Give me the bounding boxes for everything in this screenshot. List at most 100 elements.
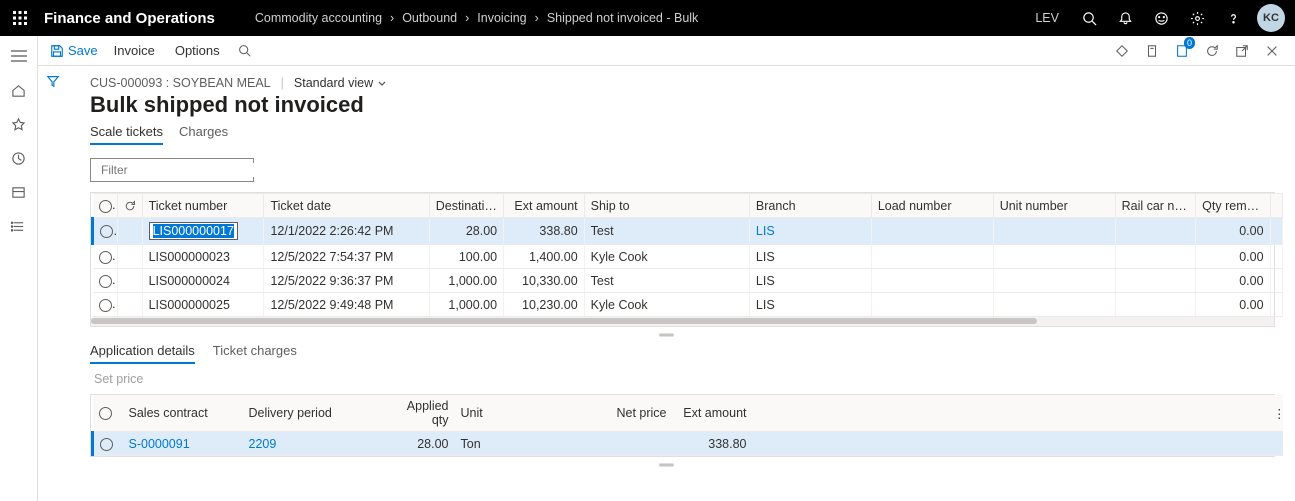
col-net-price[interactable]: Net price <box>563 395 673 432</box>
app-title: Finance and Operations <box>40 10 227 27</box>
cell-ticket-date: 12/5/2022 7:54:37 PM <box>264 245 429 269</box>
top-bar: Finance and Operations Commodity account… <box>0 0 1295 36</box>
save-button[interactable]: Save <box>44 43 104 58</box>
tickets-grid: Ticket number Ticket date Destination gr… <box>90 192 1275 317</box>
col-ticket-number[interactable]: Ticket number <box>142 194 264 218</box>
col-destination[interactable]: Destination gr... <box>429 194 503 218</box>
splitter-icon[interactable]: ══ <box>657 333 677 337</box>
col-unit-number[interactable]: Unit number <box>993 194 1115 218</box>
save-label: Save <box>68 43 98 58</box>
cell-rail <box>1115 218 1196 245</box>
hamburger-icon[interactable] <box>0 42 38 70</box>
col-more-icon[interactable]: ⋮ <box>1270 194 1282 218</box>
tab-charges[interactable]: Charges <box>179 124 228 145</box>
cell-ship-to: Test <box>584 269 749 293</box>
home-icon[interactable] <box>0 76 38 104</box>
details-select-all[interactable] <box>93 395 123 432</box>
grid-horizontal-scrollbar[interactable] <box>90 317 1275 327</box>
cell-load <box>871 293 993 317</box>
action-invoice[interactable]: Invoice <box>104 43 165 58</box>
cell-ticket-number: LIS000000017 <box>142 218 264 245</box>
cell-branch: LIS <box>749 245 871 269</box>
star-icon[interactable] <box>0 110 38 138</box>
cell-destination: 1,000.00 <box>429 293 503 317</box>
col-delivery-period[interactable]: Delivery period <box>243 395 383 432</box>
detail-tabs: Application details Ticket charges <box>90 343 1275 364</box>
attachment-icon[interactable] <box>1137 37 1167 65</box>
filter-icon[interactable] <box>46 74 60 88</box>
search-icon[interactable] <box>1071 0 1107 36</box>
refresh-column-icon[interactable] <box>117 194 142 218</box>
filter-input[interactable] <box>101 163 256 177</box>
smile-icon[interactable] <box>1143 0 1179 36</box>
help-icon[interactable] <box>1215 0 1251 36</box>
messages-icon[interactable]: 0 <box>1167 37 1197 65</box>
bell-icon[interactable] <box>1107 0 1143 36</box>
col-detail-ext-amount[interactable]: Ext amount <box>673 395 753 432</box>
filter-box[interactable] <box>90 158 254 182</box>
page-title: Bulk shipped not invoiced <box>90 92 1275 118</box>
refresh-icon[interactable] <box>1197 37 1227 65</box>
table-row[interactable]: LIS000000024 12/5/2022 9:36:37 PM 1,000.… <box>93 269 1283 293</box>
avatar[interactable]: KC <box>1257 4 1285 32</box>
details-header-row: Sales contract Delivery period Applied q… <box>93 395 1284 432</box>
cell-ext: 338.80 <box>673 432 753 456</box>
breadcrumb-item[interactable]: Commodity accounting <box>255 11 382 25</box>
search-action-icon[interactable] <box>230 44 259 57</box>
view-selector[interactable]: Standard view <box>294 76 387 90</box>
col-load-number[interactable]: Load number <box>871 194 993 218</box>
col-unit[interactable]: Unit <box>455 395 563 432</box>
col-ship-to[interactable]: Ship to <box>584 194 749 218</box>
table-row[interactable]: LIS000000017 12/1/2022 2:26:42 PM 28.00 … <box>93 218 1283 245</box>
clock-icon[interactable] <box>0 144 38 172</box>
waffle-icon[interactable] <box>0 0 40 36</box>
splitter-icon[interactable]: ══ <box>657 463 677 467</box>
breadcrumb-item[interactable]: Shipped not invoiced - Bulk <box>547 11 698 25</box>
table-row[interactable]: LIS000000023 12/5/2022 7:54:37 PM 100.00… <box>93 245 1283 269</box>
cell-destination: 28.00 <box>429 218 503 245</box>
col-qty-remaining[interactable]: Qty remainin <box>1196 194 1270 218</box>
col-branch[interactable]: Branch <box>749 194 871 218</box>
col-rail-car-number[interactable]: Rail car number <box>1115 194 1196 218</box>
tab-scale-tickets[interactable]: Scale tickets <box>90 124 163 145</box>
breadcrumb-item[interactable]: Invoicing <box>477 11 526 25</box>
details-more-icon[interactable]: ⋮ <box>1267 395 1283 432</box>
cell-branch: LIS <box>749 293 871 317</box>
cell-load <box>871 218 993 245</box>
cell-ship-to: Test <box>584 218 749 245</box>
cell-rail <box>1115 245 1196 269</box>
cell-ext-amount: 1,400.00 <box>504 245 585 269</box>
content-area: CUS-000093 : SOYBEAN MEAL | Standard vie… <box>38 66 1295 501</box>
action-options[interactable]: Options <box>165 43 230 58</box>
close-icon[interactable] <box>1257 37 1287 65</box>
cell-load <box>871 245 993 269</box>
col-ticket-date[interactable]: Ticket date <box>264 194 429 218</box>
cell-unit <box>993 218 1115 245</box>
table-row[interactable]: LIS000000025 12/5/2022 9:49:48 PM 1,000.… <box>93 293 1283 317</box>
col-applied-qty[interactable]: Applied qty <box>383 395 455 432</box>
select-all[interactable] <box>93 194 118 218</box>
action-bar: Save Invoice Options 0 <box>38 36 1295 66</box>
col-ext-amount[interactable]: Ext amount <box>504 194 585 218</box>
gear-icon[interactable] <box>1179 0 1215 36</box>
breadcrumb-item[interactable]: Outbound <box>402 11 457 25</box>
cell-ticket-number: LIS000000025 <box>142 293 264 317</box>
modules-icon[interactable] <box>0 212 38 240</box>
messages-badge: 0 <box>1184 37 1195 49</box>
cell-rail <box>1115 269 1196 293</box>
workspace-icon[interactable] <box>0 178 38 206</box>
cell-load <box>871 269 993 293</box>
tab-application-details[interactable]: Application details <box>90 343 195 364</box>
table-row[interactable]: S-0000091 2209 28.00 Ton 338.80 <box>93 432 1284 456</box>
environment-label: LEV <box>1035 11 1059 25</box>
tab-ticket-charges[interactable]: Ticket charges <box>213 343 297 364</box>
col-sales-contract[interactable]: Sales contract <box>123 395 243 432</box>
cell-contract: S-0000091 <box>123 432 243 456</box>
popout-icon[interactable] <box>1227 37 1257 65</box>
set-price-button[interactable]: Set price <box>94 372 1275 386</box>
left-rail <box>0 36 38 501</box>
context-line: CUS-000093 : SOYBEAN MEAL | Standard vie… <box>90 76 1275 90</box>
diamond-icon[interactable] <box>1107 37 1137 65</box>
cell-ext-amount: 338.80 <box>504 218 585 245</box>
cell-applied: 28.00 <box>383 432 455 456</box>
